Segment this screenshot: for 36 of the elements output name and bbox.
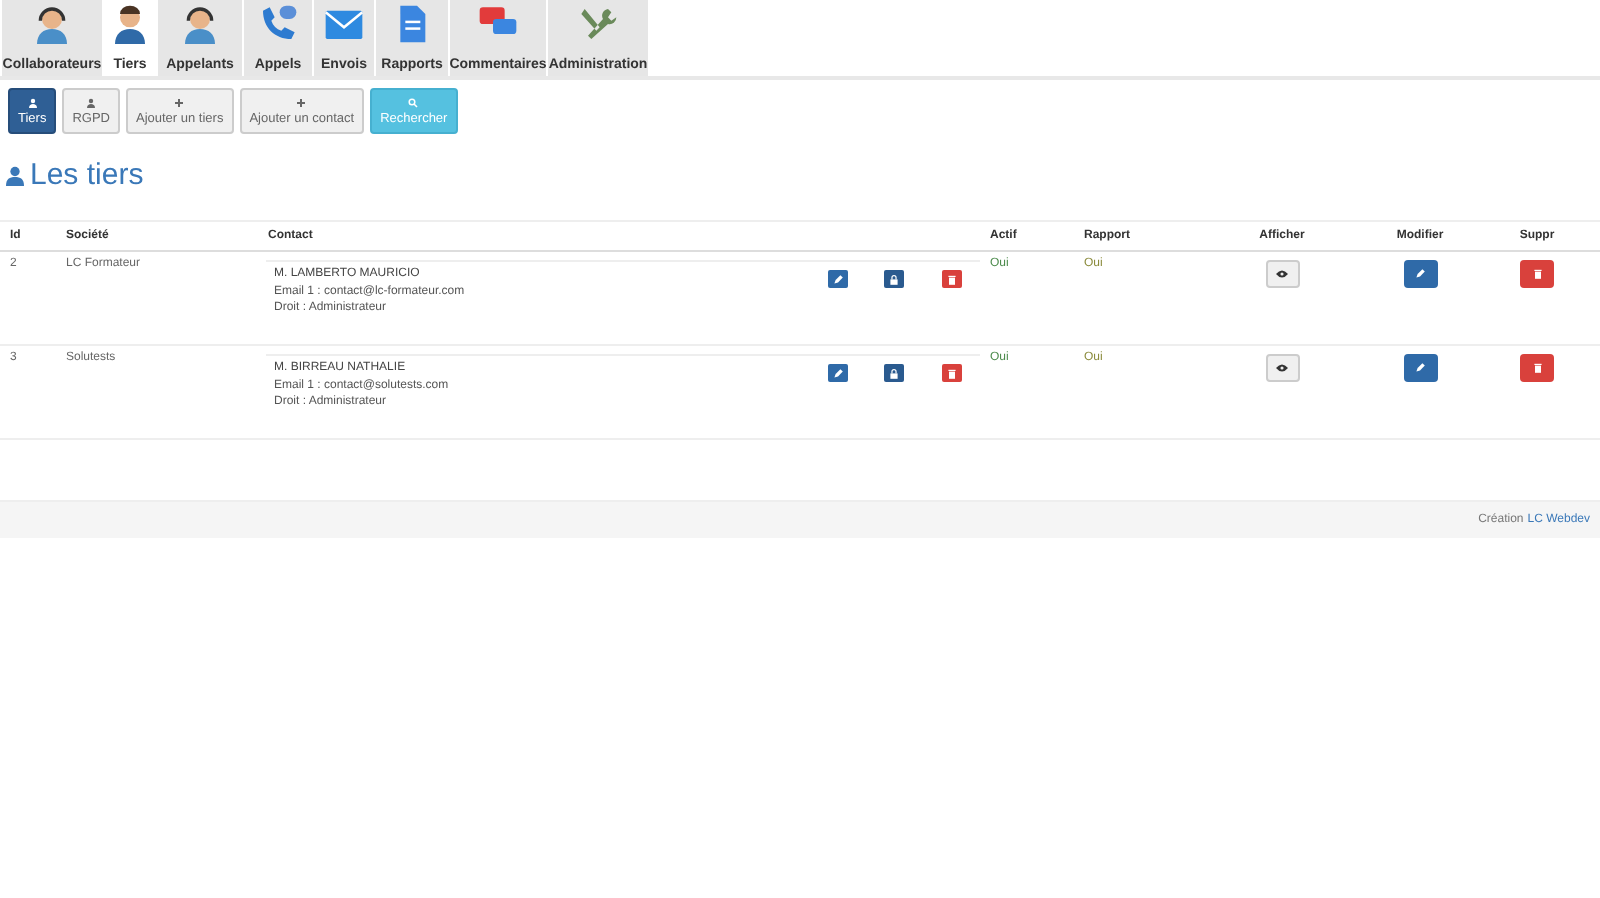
headset-person-icon xyxy=(32,4,72,44)
trash-icon xyxy=(945,367,958,379)
trash-icon xyxy=(945,273,958,285)
lock-icon xyxy=(888,273,901,285)
tools-icon xyxy=(578,4,618,44)
edit-button[interactable] xyxy=(1403,260,1437,288)
lock-icon xyxy=(888,367,901,379)
pencil-icon xyxy=(831,273,844,285)
pencil-icon xyxy=(831,367,844,379)
view-button[interactable] xyxy=(1265,260,1299,288)
search-icon xyxy=(408,97,419,107)
view-button[interactable] xyxy=(1265,354,1299,382)
eye-icon xyxy=(1276,362,1288,374)
phone-icon xyxy=(258,4,298,44)
delete-button[interactable] xyxy=(1520,354,1554,382)
person-icon xyxy=(6,165,24,185)
delete-button[interactable] xyxy=(1520,260,1554,288)
delete-contact-button[interactable] xyxy=(941,270,962,288)
edit-contact-button[interactable] xyxy=(827,364,848,382)
trash-icon xyxy=(1531,268,1543,280)
delete-contact-button[interactable] xyxy=(941,364,962,382)
headset-person-icon xyxy=(180,4,220,44)
edit-contact-button[interactable] xyxy=(827,270,848,288)
pencil-icon xyxy=(1414,268,1426,280)
eye-icon xyxy=(1276,268,1288,280)
person-icon xyxy=(27,97,38,107)
page-title: Les tiers xyxy=(30,158,144,192)
person-icon xyxy=(86,97,97,107)
trash-icon xyxy=(1531,362,1543,374)
plus-icon xyxy=(174,97,185,107)
person-icon xyxy=(110,4,150,44)
lock-contact-button[interactable] xyxy=(884,364,905,382)
pencil-icon xyxy=(1414,362,1426,374)
edit-button[interactable] xyxy=(1403,354,1437,382)
lock-contact-button[interactable] xyxy=(884,270,905,288)
plus-icon xyxy=(296,97,307,107)
